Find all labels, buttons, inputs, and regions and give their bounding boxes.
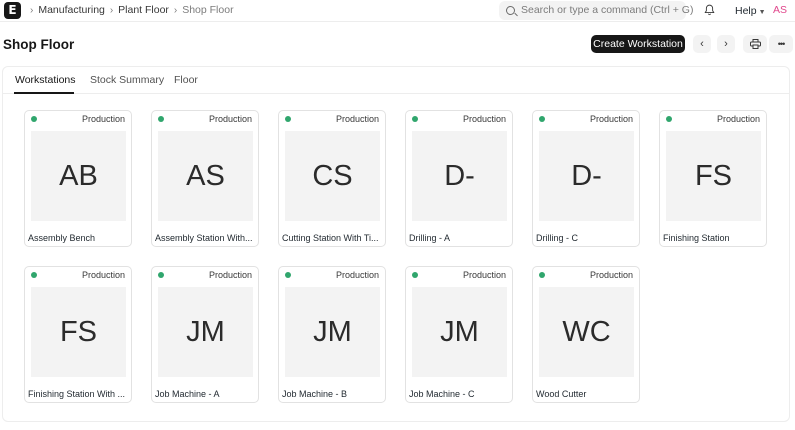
workstation-name: Finishing Station — [663, 233, 730, 243]
breadcrumb-plant-floor[interactable]: Plant Floor — [118, 4, 169, 16]
workstation-card[interactable]: Production JM Job Machine - A — [151, 266, 259, 403]
status-label: Production — [462, 114, 506, 124]
workstation-name: Job Machine - A — [155, 389, 220, 399]
workstation-thumbnail: FS — [31, 287, 126, 377]
help-label: Help — [735, 5, 757, 17]
workstation-name: Cutting Station With Ti... — [282, 233, 379, 243]
workstation-name: Job Machine - B — [282, 389, 348, 399]
more-options-button[interactable]: ••• — [769, 35, 793, 53]
status-dot — [539, 116, 545, 122]
status-label: Production — [335, 114, 379, 124]
workstation-name: Finishing Station With ... — [28, 389, 126, 399]
search-icon — [506, 6, 515, 15]
status-label: Production — [589, 270, 633, 280]
workstation-card[interactable]: Production WC Wood Cutter — [532, 266, 640, 403]
workstation-thumbnail: JM — [158, 287, 253, 377]
workstation-thumbnail: D- — [539, 131, 634, 221]
chevron-right-icon: › — [724, 38, 728, 50]
breadcrumb-manufacturing[interactable]: Manufacturing — [38, 4, 105, 16]
status-dot — [412, 116, 418, 122]
tab-workstations[interactable]: Workstations — [15, 74, 76, 86]
top-navbar: E › Manufacturing › Plant Floor › Shop Floo… — [0, 0, 795, 22]
workstation-thumbnail: JM — [412, 287, 507, 377]
status-dot — [31, 272, 37, 278]
status-dot — [158, 116, 164, 122]
print-button[interactable] — [743, 35, 767, 53]
status-dot — [285, 116, 291, 122]
status-dot — [412, 272, 418, 278]
workstation-card[interactable]: Production FS Finishing Station — [659, 110, 767, 247]
app-logo[interactable]: E — [4, 2, 21, 19]
tab-bar: Workstations Stock Summary Floor — [3, 67, 789, 94]
active-tab-indicator — [14, 92, 74, 94]
workstation-card[interactable]: Production D- Drilling - C — [532, 110, 640, 247]
create-workstation-button[interactable]: Create Workstation — [591, 35, 685, 53]
search-input[interactable]: Search or type a command (Ctrl + G) — [499, 1, 693, 20]
workstation-thumbnail: FS — [666, 131, 761, 221]
notification-bell-icon[interactable] — [704, 4, 715, 16]
workstation-card[interactable]: Production AB Assembly Bench — [24, 110, 132, 247]
status-dot — [158, 272, 164, 278]
status-label: Production — [81, 270, 125, 280]
workstation-thumbnail: AS — [158, 131, 253, 221]
chevron-right-icon: › — [173, 5, 178, 16]
workstation-card[interactable]: Production D- Drilling - A — [405, 110, 513, 247]
status-label: Production — [716, 114, 760, 124]
status-label: Production — [208, 270, 252, 280]
workstation-thumbnail: WC — [539, 287, 634, 377]
status-label: Production — [208, 114, 252, 124]
workstation-name: Assembly Bench — [28, 233, 96, 243]
tab-floor[interactable]: Floor — [174, 74, 198, 86]
workstation-name: Drilling - A — [409, 233, 451, 243]
workstation-card[interactable]: Production FS Finishing Station With ... — [24, 266, 132, 403]
workstation-card[interactable]: Production JM Job Machine - B — [278, 266, 386, 403]
workstation-name: Assembly Station With... — [155, 233, 253, 243]
previous-button[interactable]: ‹ — [693, 35, 711, 53]
workstation-thumbnail: JM — [285, 287, 380, 377]
next-button[interactable]: › — [717, 35, 735, 53]
workstation-card[interactable]: Production JM Job Machine - C — [405, 266, 513, 403]
printer-icon — [749, 39, 761, 49]
workstation-card[interactable]: Production CS Cutting Station With Ti... — [278, 110, 386, 247]
workstation-name: Job Machine - C — [409, 389, 475, 399]
tab-stock-summary[interactable]: Stock Summary — [90, 74, 164, 86]
more-horizontal-icon: ••• — [777, 39, 786, 49]
workstation-name: Drilling - C — [536, 233, 579, 243]
status-label: Production — [589, 114, 633, 124]
status-dot — [539, 272, 545, 278]
breadcrumb: › Manufacturing › Plant Floor › Shop Floor — [28, 4, 234, 16]
status-label: Production — [335, 270, 379, 280]
avatar[interactable]: AS — [773, 4, 787, 16]
workstation-card[interactable]: Production AS Assembly Station With... — [151, 110, 259, 247]
workstation-thumbnail: D- — [412, 131, 507, 221]
help-dropdown[interactable]: Help ▼ — [735, 5, 766, 17]
chevron-right-icon: › — [109, 5, 114, 16]
workstation-name: Wood Cutter — [536, 389, 587, 399]
workstation-thumbnail: AB — [31, 131, 126, 221]
status-label: Production — [81, 114, 125, 124]
status-dot — [285, 272, 291, 278]
chevron-left-icon: ‹ — [700, 38, 704, 50]
chevron-down-icon: ▼ — [758, 9, 766, 16]
search-placeholder: Search or type a command (Ctrl + G) — [521, 4, 694, 16]
workstation-thumbnail: CS — [285, 131, 380, 221]
chevron-right-icon: › — [30, 5, 34, 16]
breadcrumb-shop-floor[interactable]: Shop Floor — [182, 4, 233, 16]
page-title: Shop Floor — [3, 37, 75, 52]
status-label: Production — [462, 270, 506, 280]
status-dot — [31, 116, 37, 122]
status-dot — [666, 116, 672, 122]
